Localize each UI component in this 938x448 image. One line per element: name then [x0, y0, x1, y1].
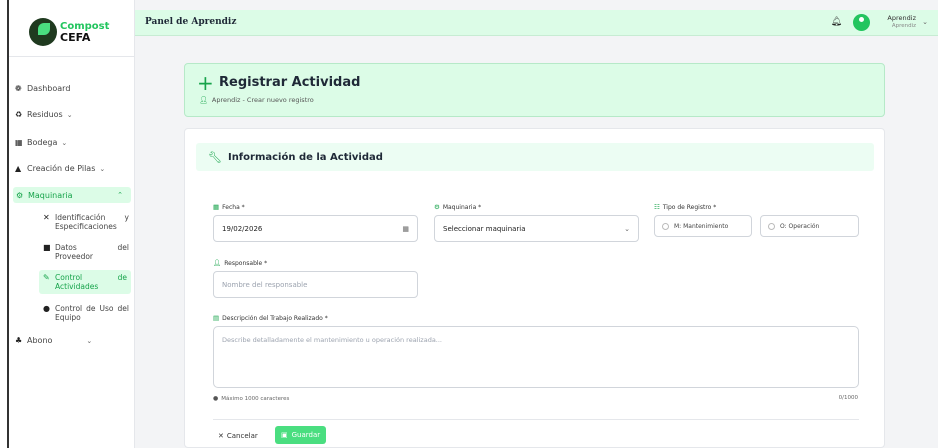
tipo-registro-label: ☷ Tipo de Registro * [654, 203, 717, 211]
document-icon: ▤ [213, 314, 220, 322]
save-button[interactable]: ▣ Guardar [275, 426, 327, 444]
chevron-down-icon: ⌄ [66, 110, 73, 119]
sidebar-item-abono[interactable]: ♣ Abono ⌄ [15, 336, 92, 345]
tools-icon: ✕ [43, 213, 50, 222]
logo-line1: Compost [60, 20, 110, 32]
register-subtitle: Aprendiz - Crear nuevo registro [211, 96, 314, 104]
user-icon: 👤︎ [213, 259, 222, 267]
bell-icon[interactable]: 🔔︎ [831, 17, 842, 27]
fecha-input[interactable]: 19/02/2026 ▦ [213, 215, 418, 242]
register-title: Registrar Actividad [219, 75, 361, 90]
gauge-icon: ● [43, 304, 50, 313]
sidebar-item-maquinaria[interactable]: ⚙ Maquinaria ⌃ [13, 187, 131, 203]
info-icon: ● [213, 395, 219, 402]
maquinaria-label: ⚙ Maquinaria * [434, 203, 482, 211]
chevron-down-icon: ⌄ [86, 336, 93, 345]
chevron-down-icon: ⌄ [99, 164, 106, 173]
sidebar-divider [9, 56, 135, 57]
seedling-icon: ♣ [15, 336, 23, 345]
gears-icon: ⚙ [16, 190, 24, 200]
register-header-card: + Registrar Actividad 👤︎ Aprendiz - Crea… [184, 63, 885, 117]
wrench-icon: 🔧︎ [208, 150, 222, 164]
calendar-picker-icon[interactable]: ▦ [402, 225, 409, 233]
descripcion-label: ▤ Descripción del Trabajo Realizado * [213, 314, 328, 322]
cancel-button[interactable]: ✕ Cancelar [213, 428, 263, 444]
chevron-down-icon: ⌄ [61, 138, 68, 147]
close-icon: ✕ [218, 432, 224, 440]
top-bar: Panel de Aprendiz 🔔︎ Aprendiz Aprendiz ⌄ [135, 10, 938, 36]
user-name: Aprendiz [887, 14, 916, 22]
sidebar: Compost CEFA ❁ Dashboard ♻ Residuos ⌄ ▦ … [9, 0, 135, 448]
truck-icon: ■ [43, 243, 51, 252]
footer-divider [213, 419, 859, 420]
save-icon: ▣ [281, 431, 288, 439]
user-gear-icon: 👤︎ [199, 96, 208, 104]
responsable-input[interactable]: Nombre del responsable [213, 271, 418, 298]
mountain-icon: ▲ [15, 164, 22, 173]
page-title: Panel de Aprendiz [145, 17, 237, 27]
radio-circle [662, 222, 669, 230]
radio-mantenimiento[interactable]: M: Mantenimiento [654, 215, 752, 237]
descripcion-textarea[interactable]: Describe detalladamente el mantenimiento… [213, 326, 859, 388]
section-header: 🔧︎ Información de la Actividad [196, 143, 874, 171]
avatar[interactable] [853, 14, 870, 31]
sidebar-item-residuos[interactable]: ♻ Residuos ⌄ [15, 110, 73, 119]
user-role: Aprendiz [891, 23, 916, 29]
chevron-down-icon[interactable]: ⌄ [922, 18, 928, 26]
fecha-label: ▦ Fecha * [213, 203, 245, 211]
sidebar-subitem-proveedor[interactable]: ■ Datos del Proveedor [43, 243, 129, 261]
char-limit-hint: ● Máximo 1000 caracteres [213, 395, 290, 402]
sidebar-item-bodega[interactable]: ▦ Bodega ⌄ [15, 138, 67, 147]
activity-form-card: 🔧︎ Información de la Actividad ▦ Fecha *… [184, 128, 885, 448]
logo[interactable]: Compost CEFA [29, 14, 129, 50]
sidebar-item-dashboard[interactable]: ❁ Dashboard [15, 84, 70, 93]
char-counter: 0/1000 [838, 395, 858, 401]
radio-operacion[interactable]: O: Operación [760, 215, 859, 237]
responsable-label: 👤︎ Responsable * [213, 259, 268, 267]
logo-line2: CEFA [60, 30, 91, 44]
user-menu[interactable]: Aprendiz Aprendiz [887, 14, 916, 30]
calendar-icon: ▦ [213, 203, 220, 211]
leaf-logo-icon [29, 18, 57, 46]
chevron-up-icon: ⌃ [117, 191, 123, 199]
sidebar-item-creacion-pilas[interactable]: ▲ Creación de Pilas ⌄ [15, 164, 105, 173]
gears-icon: ⚙ [434, 203, 440, 211]
recycle-icon: ♻ [15, 110, 23, 119]
warehouse-icon: ▦ [15, 138, 23, 147]
sidebar-subitem-identificacion[interactable]: ✕ Identificación y Especificaciones [43, 213, 129, 231]
list-icon: ☷ [654, 203, 660, 211]
chevron-down-icon: ⌄ [624, 224, 630, 233]
sidebar-subitem-control-uso[interactable]: ● Control de Uso del Equipo [43, 304, 129, 322]
maquinaria-select[interactable]: Seleccionar maquinaria ⌄ [434, 215, 639, 242]
sidebar-subitem-control-actividades[interactable]: ✎ Control de Actividades [39, 270, 131, 294]
wrench-icon: ✎ [43, 273, 50, 282]
radio-circle [768, 222, 775, 230]
window-edge [0, 0, 9, 448]
plus-icon: + [197, 71, 214, 95]
section-title: Información de la Actividad [227, 151, 383, 163]
palette-icon: ❁ [15, 84, 22, 93]
